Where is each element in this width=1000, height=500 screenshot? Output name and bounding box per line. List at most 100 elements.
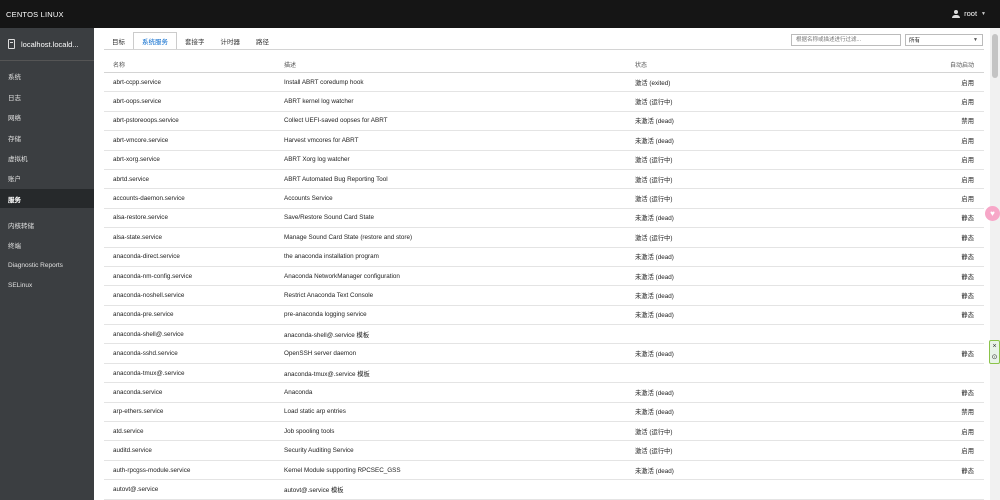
state-filter-value: 所有 <box>909 38 921 44</box>
service-name: anaconda-tmux@.service <box>113 369 185 377</box>
server-icon <box>8 39 15 49</box>
sidebar-item[interactable]: SELinux <box>0 276 94 295</box>
sidebar-item[interactable]: 账户 <box>0 168 94 187</box>
service-description: ABRT Xorg log watcher <box>284 156 350 164</box>
sidebar-item[interactable]: 终端 <box>0 235 94 254</box>
service-description: Anaconda <box>284 388 313 396</box>
tab[interactable]: 系统服务 <box>133 32 177 50</box>
table-row[interactable]: anaconda-direct.service the anaconda inst… <box>104 248 984 267</box>
table-row[interactable]: anaconda-noshell.service Restrict Anacond… <box>104 286 984 306</box>
service-name: abrtd.service <box>113 175 150 183</box>
user-menu[interactable]: root ▼ <box>952 9 986 18</box>
service-name: abrt-vmcore.service <box>113 136 169 144</box>
table-row[interactable]: autovt@.service autovt@.service 模板 <box>104 480 984 500</box>
sidebar-item[interactable]: Diagnostic Reports <box>0 256 94 275</box>
brand-logo-text: CENTOS LINUX <box>6 10 64 19</box>
scrollbar-thumb[interactable] <box>992 34 998 78</box>
sidebar-item[interactable]: 系统 <box>0 66 94 85</box>
service-auto-start: 启用 <box>961 176 974 184</box>
service-description: the anaconda installation program <box>284 253 379 261</box>
table-row[interactable]: arp-ethers.service Load static arp entrie… <box>104 403 984 423</box>
service-auto-start: 启用 <box>961 99 974 107</box>
table-row[interactable]: anaconda-sshd.service OpenSSH server daem… <box>104 344 984 364</box>
service-name: auth-rpcgss-module.service <box>113 466 191 474</box>
chevron-down-icon: ▼ <box>973 37 978 43</box>
service-name: atd.service <box>113 427 144 435</box>
service-state: 激活 (运行中) <box>635 99 673 107</box>
target-icon[interactable]: ⊙ <box>990 352 999 363</box>
table-row[interactable]: abrtd.service ABRT Automated Bug Reportin… <box>104 170 984 190</box>
table-row[interactable]: alsa-restore.service Save/Restore Sound C… <box>104 209 984 229</box>
filter-input[interactable] <box>791 34 901 46</box>
table-row[interactable]: anaconda-tmux@.service anaconda-tmux@.ser… <box>104 364 984 384</box>
user-name: root <box>964 9 978 18</box>
table-row[interactable]: abrt-vmcore.service Harvest vmcores for A… <box>104 131 984 151</box>
service-state: 激活 (运行中) <box>635 448 673 456</box>
service-name: abrt-xorg.service <box>113 156 160 164</box>
tab[interactable]: 套接字 <box>177 32 213 50</box>
service-description: Anaconda NetworkManager configuration <box>284 272 400 280</box>
service-state: 未激活 (dead) <box>635 292 674 300</box>
state-filter-select[interactable]: 所有 ▼ <box>905 34 983 46</box>
table-row[interactable]: abrt-ccpp.service Install ABRT coredump h… <box>104 73 984 93</box>
tab[interactable]: 计时器 <box>213 32 249 50</box>
sidebar-item[interactable]: 存储 <box>0 128 94 147</box>
service-state: 未激活 (dead) <box>635 467 674 475</box>
service-name: alsa-restore.service <box>113 214 168 222</box>
table-header: 名称 描述 状态 自动启动 <box>104 57 984 73</box>
sidebar-item[interactable]: 虚拟机 <box>0 148 94 167</box>
user-icon <box>952 9 961 18</box>
service-auto-start: 静态 <box>961 389 974 397</box>
header-state[interactable]: 状态 <box>635 57 647 72</box>
sidebar: localhost.locald... 系统日志 网络存储 虚拟机 账户服务内核转储终… <box>0 28 94 500</box>
sidebar-item[interactable]: 日志 <box>0 87 94 106</box>
host-selector[interactable]: localhost.locald... <box>0 28 94 61</box>
service-auto-start: 静态 <box>961 292 974 300</box>
table-row[interactable]: anaconda.service Anaconda 未激活 (dead) 静态 <box>104 383 984 403</box>
table-row[interactable]: abrt-xorg.service ABRT Xorg log watcher 激活… <box>104 151 984 170</box>
service-description: Job spooling tools <box>284 427 335 435</box>
service-state: 未激活 (dead) <box>635 254 674 262</box>
service-state: 未激活 (dead) <box>635 215 674 223</box>
service-name: anaconda.service <box>113 388 163 396</box>
tab[interactable]: 目标 <box>104 32 133 50</box>
service-name: accounts-daemon.service <box>113 195 185 203</box>
service-description: pre-anaconda logging service <box>284 311 367 319</box>
service-auto-start: 禁用 <box>961 409 974 417</box>
service-state: 未激活 (dead) <box>635 137 674 145</box>
top-bar: CENTOS LINUX root ▼ <box>0 0 1000 28</box>
service-name: abrt-pstoreoops.service <box>113 117 179 125</box>
table-row[interactable]: abrt-oops.service ABRT kernel log watcher… <box>104 92 984 112</box>
tab[interactable]: 路径 <box>248 32 277 50</box>
table-row[interactable]: auth-rpcgss-module.service Kernel Module … <box>104 461 984 481</box>
table-row[interactable]: auditd.service Security Auditing Service 激… <box>104 441 984 461</box>
table-row[interactable]: atd.service Job spooling tools 激活 (运行中) 启用 <box>104 422 984 442</box>
sidebar-item[interactable]: 网络 <box>0 107 94 126</box>
table-row[interactable]: anaconda-nm-config.service Anaconda Netwo… <box>104 267 984 287</box>
table-row[interactable]: anaconda-shell@.service anaconda-shell@.s… <box>104 325 984 345</box>
service-auto-start: 静态 <box>961 273 974 281</box>
table-row[interactable]: abrt-pstoreoops.service Collect UEFI-save… <box>104 112 984 132</box>
side-widget[interactable]: × ⊙ <box>989 340 1000 364</box>
service-name: autovt@.service <box>113 485 159 493</box>
table-row[interactable]: accounts-daemon.service Accounts Service 激… <box>104 189 984 209</box>
table-row[interactable]: alsa-state.service Manage Sound Card Stat… <box>104 228 984 248</box>
header-auto-start[interactable]: 自动启动 <box>950 57 974 72</box>
service-name: anaconda-nm-config.service <box>113 272 193 280</box>
header-description[interactable]: 描述 <box>284 57 296 72</box>
services-table: 名称 描述 状态 自动启动 abrt-ccpp.service Install A… <box>104 57 984 500</box>
service-description: OpenSSH server daemon <box>284 350 357 358</box>
close-icon[interactable]: × <box>990 341 999 352</box>
service-description: Manage Sound Card State (restore and sto… <box>284 233 413 241</box>
service-auto-start: 启用 <box>961 428 974 436</box>
service-auto-start: 静态 <box>961 351 974 359</box>
header-name[interactable]: 名称 <box>113 57 125 72</box>
scrollbar[interactable] <box>990 28 1000 500</box>
floating-chat-bubble-icon[interactable]: ♥ <box>985 206 1000 221</box>
service-state: 未激活 (dead) <box>635 409 674 417</box>
table-row[interactable]: anaconda-pre.service pre-anaconda logging… <box>104 306 984 326</box>
service-name: alsa-state.service <box>113 233 162 241</box>
service-state: 激活 (运行中) <box>635 196 673 204</box>
sidebar-item[interactable]: 服务 <box>0 189 94 208</box>
sidebar-item[interactable]: 内核转储 <box>0 215 94 234</box>
